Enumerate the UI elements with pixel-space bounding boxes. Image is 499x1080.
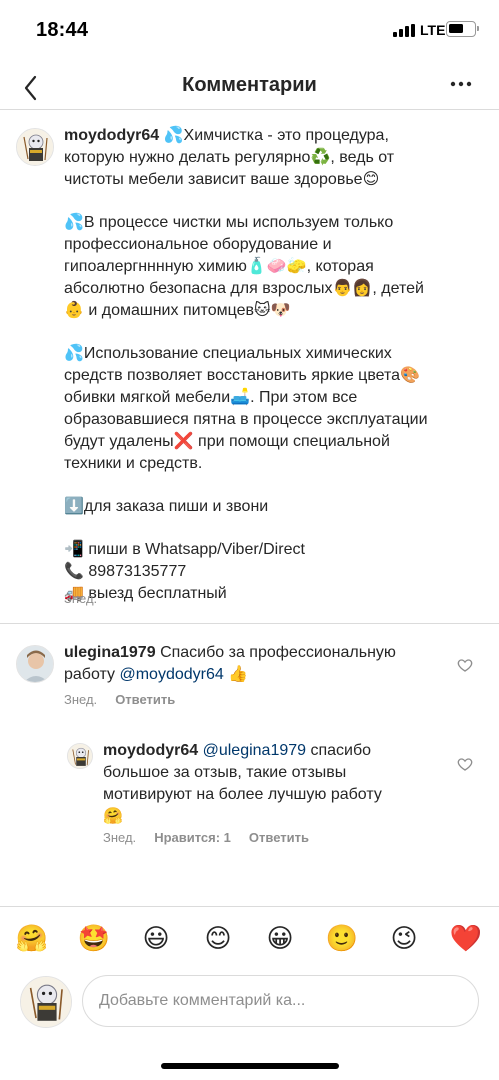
page-title: Комментарии [182, 74, 317, 96]
like-comment-button[interactable] [457, 657, 473, 673]
divider [0, 623, 499, 624]
emoji-wink-button[interactable]: 😉 [384, 918, 424, 958]
caption-line: ⬇️для заказа пиши и звони [64, 498, 269, 515]
ellipsis-icon [450, 81, 472, 87]
comment-text: спасибо [306, 742, 372, 759]
composer-avatar [20, 976, 72, 1028]
caption-line: 💦В процессе чистки мы используем только [64, 214, 394, 231]
emoji-slight-smile-button[interactable]: 🙂 [322, 918, 362, 958]
caption-line: будут удалены❌ при помощи специальной [64, 433, 390, 450]
caption-line: образовавшиеся пятна в процессе эксплуат… [64, 411, 428, 428]
caption-line: 🚚 выезд бесплатный [64, 585, 227, 602]
avatar[interactable] [67, 743, 93, 769]
username[interactable]: ulegina1979 [64, 644, 156, 661]
network-type: LTE [420, 22, 446, 38]
avatar[interactable] [16, 645, 54, 683]
emoji-heart-button[interactable]: ❤️ [446, 918, 486, 958]
emoji-star-struck-button[interactable]: 🤩 [74, 918, 114, 958]
caption-line: 📲 пиши в Whatsapp/Viber/Direct [64, 541, 305, 558]
comment-timestamp: Знед. [103, 830, 137, 845]
reply-button[interactable]: Ответить [249, 830, 309, 845]
comment-text: большое за отзыв, такие отзывы [103, 764, 347, 781]
post-timestamp: Знед. [64, 591, 98, 606]
likes-count[interactable]: Нравится: 1 [154, 830, 231, 845]
emoji-quick-bar: 🤗 🤩 😃 😊 😀 🙂 😉 ❤️ [0, 918, 499, 962]
comment-text: 👍 [223, 666, 249, 683]
like-comment-button[interactable] [457, 756, 473, 772]
comment-composer [82, 975, 479, 1027]
battery-icon [446, 21, 479, 37]
caption-line: чистоты мебели зависит ваше здоровье😊 [64, 171, 380, 188]
mascot-avatar-image [68, 744, 92, 768]
username[interactable]: moydodyr64 [64, 127, 159, 144]
heart-outline-icon [457, 659, 473, 672]
caption-line: 📞 89873135777 [64, 563, 187, 580]
comment-meta: Знед. Ответить [64, 692, 175, 707]
emoji-hugging-button[interactable]: 🤗 [12, 918, 52, 958]
heart-outline-icon [457, 758, 473, 771]
more-options-button[interactable] [446, 72, 476, 96]
comment-text: Спасибо за профессиональную [160, 644, 396, 661]
mascot-avatar-image [21, 977, 71, 1027]
comment-text: работу [64, 666, 120, 683]
emoji-grin-button[interactable]: 😀 [260, 918, 300, 958]
caption-line: средств позволяет восстановить яркие цве… [64, 367, 420, 384]
caption-line: техники и средств. [64, 455, 203, 472]
status-bar: 18:44 LTE [0, 0, 499, 60]
comment-timestamp: Знед. [64, 692, 98, 707]
caption-line: обивки мягкой мебели🛋️. При этом все [64, 389, 358, 406]
caption-line: 💦Химчистка - это процедура, [163, 127, 389, 144]
username[interactable]: moydodyr64 [103, 742, 198, 759]
caption-line: профессиональное оборудование и [64, 236, 332, 253]
comment: ulegina1979 Спасибо за профессиональную … [64, 642, 444, 686]
comment-text: 🤗 [103, 808, 123, 825]
mascot-avatar-image [17, 129, 53, 165]
status-time: 18:44 [36, 19, 89, 41]
comment-text: мотивируют на более лучшую работу [103, 786, 382, 803]
mention-link[interactable]: @moydodyr64 [119, 666, 223, 683]
nav-bar: Комментарии [0, 60, 499, 110]
caption-line: гипоалергнннную химию🧴🧼🧽, которая [64, 258, 374, 275]
caption-line: 👶 и домашних питомцев🐱🐶 [64, 302, 291, 319]
avatar[interactable] [16, 128, 54, 166]
comment-meta: Знед. Нравится: 1 Ответить [103, 830, 309, 845]
divider [0, 906, 499, 907]
mention-link[interactable]: @ulegina1979 [203, 742, 306, 759]
signal-icon [393, 24, 415, 37]
caption-line: которую нужно делать регулярно♻️, ведь о… [64, 149, 395, 166]
emoji-smiling-button[interactable]: 😊 [198, 918, 238, 958]
reply-comment: moydodyr64 @ulegina1979 спасибо большое … [103, 740, 443, 828]
comment-input[interactable] [99, 976, 459, 1026]
caption-line: абсолютно безопасна для взрослых👨👩, дете… [64, 280, 424, 297]
home-indicator[interactable] [161, 1063, 339, 1069]
caption-line: 💦Использование специальных химических [64, 345, 392, 362]
post-caption: moydodyr64 💦Химчистка - это процедура, к… [64, 125, 484, 605]
reply-button[interactable]: Ответить [115, 692, 175, 707]
user-photo-avatar [17, 646, 53, 682]
emoji-grinning-button[interactable]: 😃 [136, 918, 176, 958]
